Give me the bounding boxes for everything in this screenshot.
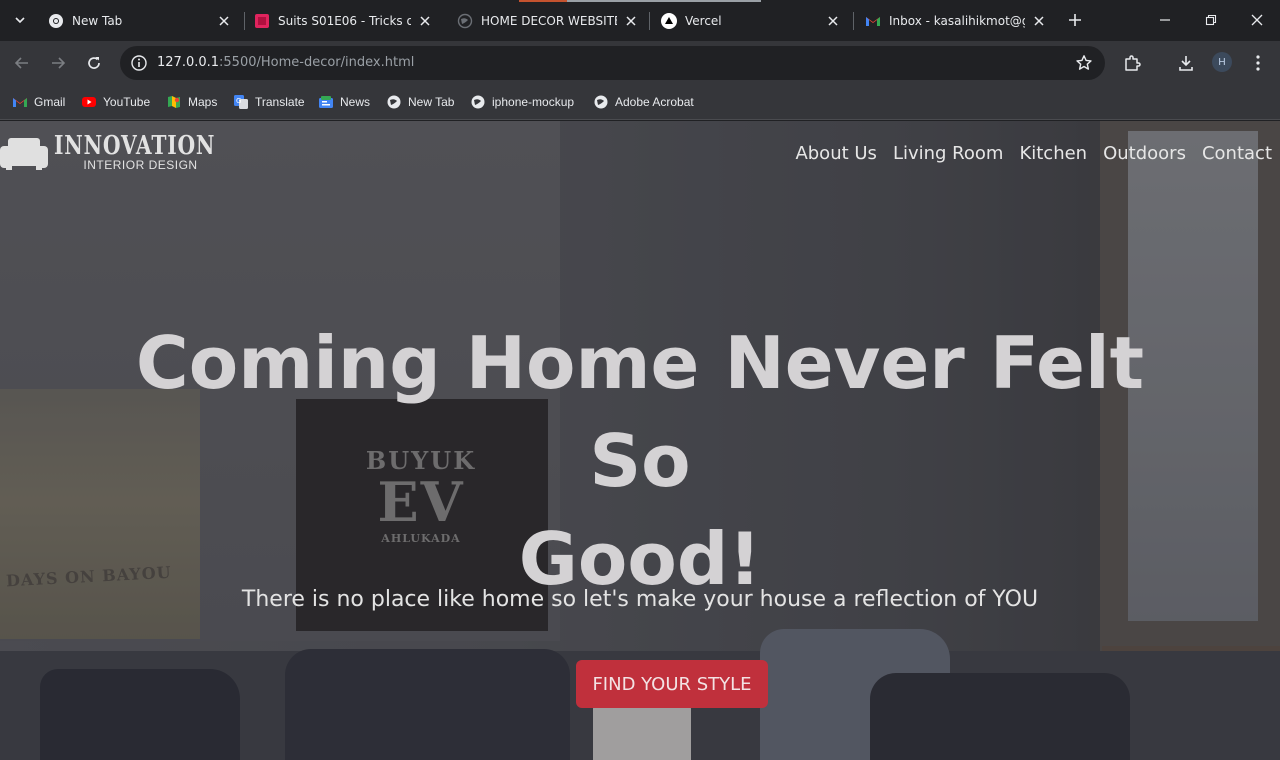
translate-icon: G bbox=[233, 94, 249, 110]
site-info-icon[interactable] bbox=[130, 54, 148, 72]
close-window-button[interactable] bbox=[1245, 8, 1269, 32]
bookmark-youtube[interactable]: YouTube bbox=[81, 93, 150, 111]
web-page: DAYS ON BAYOU BUYUK EV AHLUKADA INNOVATI… bbox=[0, 121, 1280, 760]
tab-title: Inbox - kasalihikmot@gmail.com bbox=[889, 13, 1025, 28]
close-tab-icon[interactable] bbox=[417, 13, 433, 29]
close-tab-icon[interactable] bbox=[216, 13, 232, 29]
tab-suits[interactable]: Suits S01E06 - Tricks of the Trade bbox=[246, 0, 441, 41]
tab-new-tab[interactable]: New Tab bbox=[40, 0, 240, 41]
bookmark-gmail[interactable]: Gmail bbox=[12, 93, 65, 111]
minimize-icon bbox=[1160, 19, 1170, 21]
bookmark-maps[interactable]: Maps bbox=[166, 93, 217, 111]
forward-button[interactable] bbox=[46, 51, 70, 75]
globe-icon bbox=[386, 94, 402, 110]
kebab-menu-icon bbox=[1256, 55, 1260, 71]
address-bar[interactable]: 127.0.0.1:5500/Home-decor/index.html bbox=[120, 46, 1105, 80]
tab-title: New Tab bbox=[72, 13, 123, 28]
tab-divider bbox=[649, 12, 650, 30]
browser-toolbar: 127.0.0.1:5500/Home-decor/index.html H bbox=[0, 41, 1280, 85]
news-icon bbox=[318, 94, 334, 110]
restore-icon bbox=[1205, 14, 1217, 26]
menu-button[interactable] bbox=[1247, 52, 1269, 74]
nav-outdoors[interactable]: Outdoors bbox=[1103, 143, 1186, 164]
chrome-icon bbox=[49, 13, 63, 28]
brand-name: INNOVATION bbox=[54, 130, 216, 161]
bookmark-translate[interactable]: G Translate bbox=[233, 93, 305, 111]
tab-title: Suits S01E06 - Tricks of the Trade bbox=[278, 13, 411, 28]
globe-icon bbox=[470, 94, 486, 110]
bookmark-adobe-acrobat[interactable]: Adobe Acrobat bbox=[593, 93, 694, 111]
globe-icon bbox=[593, 94, 609, 110]
url-text: 127.0.0.1:5500/Home-decor/index.html bbox=[157, 55, 414, 70]
nav-about-us[interactable]: About Us bbox=[795, 143, 877, 164]
url-path: :5500/Home-decor/index.html bbox=[219, 55, 415, 70]
downloads-button[interactable] bbox=[1175, 52, 1197, 74]
sofa-logo-icon bbox=[0, 138, 48, 170]
hero-title: Coming Home Never Felt So Good! bbox=[80, 314, 1200, 608]
tab-divider bbox=[853, 12, 854, 30]
tab-search-button[interactable] bbox=[8, 8, 32, 32]
hero-title-line-1: Coming Home Never Felt So bbox=[135, 321, 1145, 503]
tab-vercel[interactable]: Vercel bbox=[653, 0, 849, 41]
arrow-right-icon bbox=[52, 57, 66, 69]
gmail-icon bbox=[866, 16, 880, 26]
close-tab-icon[interactable] bbox=[1031, 13, 1047, 29]
star-icon[interactable] bbox=[1075, 54, 1093, 72]
brand-text: INNOVATION INTERIOR DESIGN bbox=[54, 133, 227, 172]
bookmarks-bar: Gmail YouTube Maps G Translate News New … bbox=[0, 85, 1280, 120]
nav-contact[interactable]: Contact bbox=[1202, 143, 1272, 164]
plus-icon bbox=[1069, 14, 1081, 26]
back-button[interactable] bbox=[10, 51, 34, 75]
puzzle-icon bbox=[1125, 55, 1141, 71]
bookmark-label: Gmail bbox=[34, 95, 66, 109]
hero-subtitle: There is no place like home so let's mak… bbox=[241, 587, 1039, 612]
bookmark-label: iphone-mockup bbox=[492, 95, 575, 109]
maps-icon bbox=[166, 94, 182, 110]
bookmark-news[interactable]: News bbox=[318, 93, 370, 111]
site-logo[interactable]: INNOVATION INTERIOR DESIGN bbox=[0, 132, 227, 172]
nav-kitchen[interactable]: Kitchen bbox=[1019, 143, 1087, 164]
tab-home-decor[interactable]: HOME DECOR WEBSITE bbox=[449, 0, 647, 41]
vercel-icon bbox=[661, 12, 677, 29]
find-your-style-button[interactable]: FIND YOUR STYLE bbox=[576, 660, 768, 708]
reload-button[interactable] bbox=[82, 51, 106, 75]
bookmark-label: New Tab bbox=[408, 95, 455, 109]
close-tab-icon[interactable] bbox=[825, 13, 841, 29]
tab-inbox[interactable]: Inbox - kasalihikmot@gmail.com bbox=[857, 0, 1055, 41]
svg-text:G: G bbox=[236, 97, 241, 105]
main-nav: About Us Living Room Kitchen Outdoors Co… bbox=[779, 143, 1272, 164]
bookmark-label: Adobe Acrobat bbox=[615, 95, 694, 109]
bookmark-label: Maps bbox=[188, 95, 218, 109]
bookmark-iphone-mockup[interactable]: iphone-mockup bbox=[470, 93, 574, 111]
tab-title: Vercel bbox=[685, 13, 722, 28]
close-icon bbox=[1251, 14, 1263, 26]
bookmark-label: Translate bbox=[255, 95, 305, 109]
new-tab-button[interactable] bbox=[1065, 10, 1085, 30]
tab-strip: New Tab Suits S01E06 - Tricks of the Tra… bbox=[0, 0, 1280, 41]
reload-icon bbox=[88, 57, 100, 69]
close-tab-icon[interactable] bbox=[623, 13, 639, 29]
minimize-button[interactable] bbox=[1153, 8, 1177, 32]
suits-favicon-icon bbox=[255, 13, 269, 28]
extensions-button[interactable] bbox=[1121, 52, 1143, 74]
nav-living-room[interactable]: Living Room bbox=[893, 143, 1004, 164]
bookmark-new-tab[interactable]: New Tab bbox=[386, 93, 454, 111]
gmail-icon bbox=[12, 94, 28, 110]
youtube-icon bbox=[81, 94, 97, 110]
arrow-left-icon bbox=[14, 57, 28, 69]
url-host: 127.0.0.1 bbox=[157, 55, 220, 70]
restore-button[interactable] bbox=[1199, 8, 1223, 32]
bookmark-label: News bbox=[340, 95, 371, 109]
download-icon bbox=[1179, 56, 1193, 71]
tab-title: HOME DECOR WEBSITE bbox=[481, 13, 617, 28]
profile-avatar[interactable]: H bbox=[1212, 52, 1232, 72]
tab-divider bbox=[244, 12, 245, 30]
chevron-down-icon bbox=[15, 17, 25, 24]
bookmark-label: YouTube bbox=[103, 95, 151, 109]
globe-icon bbox=[457, 13, 473, 28]
